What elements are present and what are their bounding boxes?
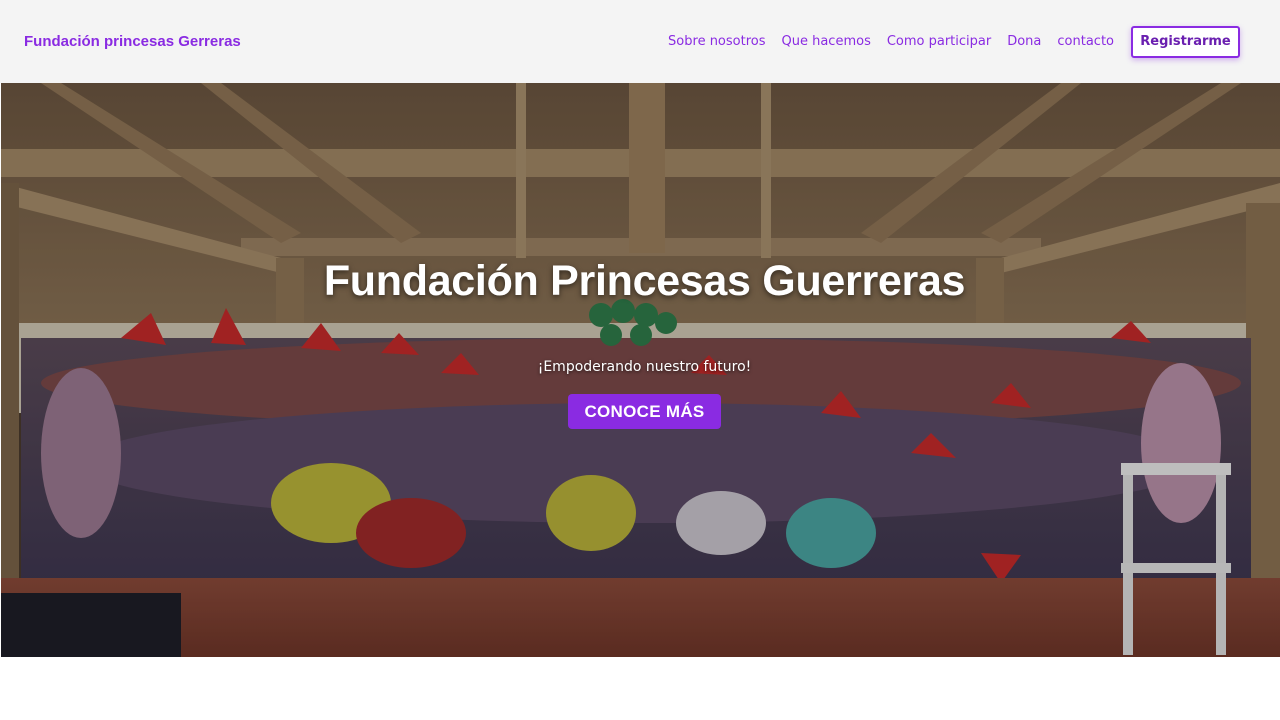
nav-link-dona[interactable]: Dona <box>1007 34 1041 49</box>
nav-link-contacto[interactable]: contacto <box>1057 34 1114 49</box>
conoce-mas-button[interactable]: CONOCE MÁS <box>568 394 721 429</box>
nav-link-como-participar[interactable]: Como participar <box>887 34 991 49</box>
register-button[interactable]: Registrarme <box>1131 25 1240 58</box>
navbar: Fundación princesas Gerreras Sobre nosot… <box>0 0 1280 83</box>
hero-subtitle: ¡Empoderando nuestro futuro! <box>537 359 752 375</box>
hero-title: Fundación Princesas Guerreras <box>323 257 966 305</box>
nav-links: Sobre nosotros Que hacemos Como particip… <box>668 25 1240 58</box>
nav-link-sobre-nosotros[interactable]: Sobre nosotros <box>668 34 765 49</box>
brand-link[interactable]: Fundación princesas Gerreras <box>24 33 241 50</box>
hero-banner: Fundación Princesas Guerreras ¡Empoderan… <box>1 83 1280 657</box>
nav-link-que-hacemos[interactable]: Que hacemos <box>782 34 871 49</box>
